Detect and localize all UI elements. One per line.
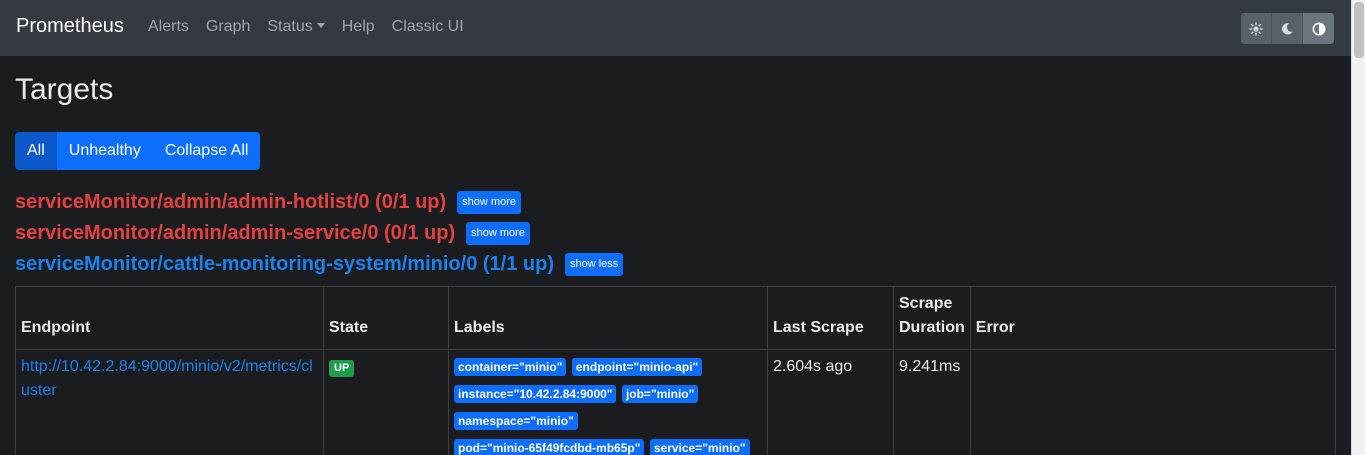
scrape-duration-line-2: Duration bbox=[899, 319, 965, 336]
label-badge-container: container="minio" bbox=[454, 358, 567, 376]
label-badge-endpoint: endpoint="minio-api" bbox=[571, 358, 703, 376]
brand-logo[interactable]: Prometheus bbox=[16, 14, 124, 38]
nav-link-alerts[interactable]: Alerts bbox=[148, 17, 189, 37]
scrollbar-thumb[interactable] bbox=[1354, 2, 1364, 58]
label-badge-job: job="minio" bbox=[621, 385, 699, 403]
light-theme-button[interactable] bbox=[1241, 13, 1272, 44]
labels-cell: container="minio" endpoint="minio-api" i… bbox=[448, 349, 768, 455]
theme-toggle-group bbox=[1241, 13, 1334, 44]
label-badge-pod: pod="minio-65f49fcdbd-mb65p" bbox=[454, 439, 645, 455]
column-header-labels: Labels bbox=[448, 286, 768, 350]
column-header-state: State bbox=[323, 286, 449, 350]
target-pool-admin-service: serviceMonitor/admin/admin-service/0 (0/… bbox=[15, 221, 530, 245]
page-title: Targets bbox=[15, 73, 114, 106]
scrape-duration-cell: 9.241ms bbox=[893, 349, 971, 455]
contrast-icon bbox=[1312, 22, 1325, 35]
show-more-button[interactable]: show more bbox=[457, 190, 521, 214]
chevron-down-icon bbox=[316, 23, 325, 28]
nav-link-status[interactable]: Status bbox=[267, 17, 325, 37]
nav-link-classic-ui[interactable]: Classic UI bbox=[392, 17, 464, 37]
column-header-scrape-duration: Scrape Duration bbox=[893, 286, 971, 350]
top-navbar: Prometheus Alerts Graph Status Help Clas… bbox=[0, 0, 1351, 56]
dark-theme-button[interactable] bbox=[1272, 13, 1303, 44]
endpoint-cell: http://10.42.2.84:9000/minio/v2/metrics/… bbox=[15, 349, 324, 455]
table-header-row: Endpoint State Labels Last Scrape Scrape… bbox=[15, 286, 1337, 350]
moon-icon bbox=[1282, 22, 1293, 35]
label-badge-instance: instance="10.42.2.84:9000" bbox=[454, 385, 617, 403]
nav-link-graph[interactable]: Graph bbox=[206, 17, 250, 37]
endpoint-link[interactable]: http://10.42.2.84:9000/minio/v2/metrics/… bbox=[21, 358, 313, 399]
pool-title[interactable]: serviceMonitor/admin/admin-hotlist/0 (0/… bbox=[15, 190, 446, 214]
label-badge-service: service="minio" bbox=[649, 439, 750, 455]
label-badge-namespace: namespace="minio" bbox=[454, 412, 578, 430]
filter-all-button[interactable]: All bbox=[15, 132, 57, 170]
last-scrape-cell: 2.604s ago bbox=[767, 349, 894, 455]
pool-title[interactable]: serviceMonitor/cattle-monitoring-system/… bbox=[15, 252, 554, 276]
column-header-endpoint: Endpoint bbox=[15, 286, 324, 350]
sun-icon bbox=[1249, 21, 1263, 36]
target-pool-minio: serviceMonitor/cattle-monitoring-system/… bbox=[15, 252, 624, 276]
target-filter-group: All Unhealthy Collapse All bbox=[15, 132, 261, 170]
nav-link-status-label: Status bbox=[267, 18, 313, 35]
show-less-button[interactable]: show less bbox=[564, 252, 624, 276]
nav-links: Alerts Graph Status Help Classic UI bbox=[148, 17, 481, 37]
show-more-button[interactable]: show more bbox=[466, 221, 530, 245]
scrape-duration-line-1: Scrape bbox=[899, 295, 953, 312]
nav-link-help[interactable]: Help bbox=[342, 17, 375, 37]
table-row: http://10.42.2.84:9000/minio/v2/metrics/… bbox=[15, 349, 1337, 455]
collapse-all-button[interactable]: Collapse All bbox=[152, 132, 261, 170]
page-scrollbar[interactable] bbox=[1351, 0, 1365, 455]
filter-unhealthy-button[interactable]: Unhealthy bbox=[56, 132, 153, 170]
targets-table: Endpoint State Labels Last Scrape Scrape… bbox=[15, 286, 1337, 455]
pool-title[interactable]: serviceMonitor/admin/admin-service/0 (0/… bbox=[15, 221, 455, 245]
column-header-error: Error bbox=[969, 286, 1337, 350]
target-pool-admin-hotlist: serviceMonitor/admin/admin-hotlist/0 (0/… bbox=[15, 190, 521, 214]
error-cell bbox=[969, 349, 1337, 455]
state-badge: UP bbox=[329, 360, 355, 377]
auto-theme-button[interactable] bbox=[1303, 13, 1334, 44]
column-header-last-scrape: Last Scrape bbox=[767, 286, 894, 350]
state-cell: UP bbox=[323, 349, 449, 455]
